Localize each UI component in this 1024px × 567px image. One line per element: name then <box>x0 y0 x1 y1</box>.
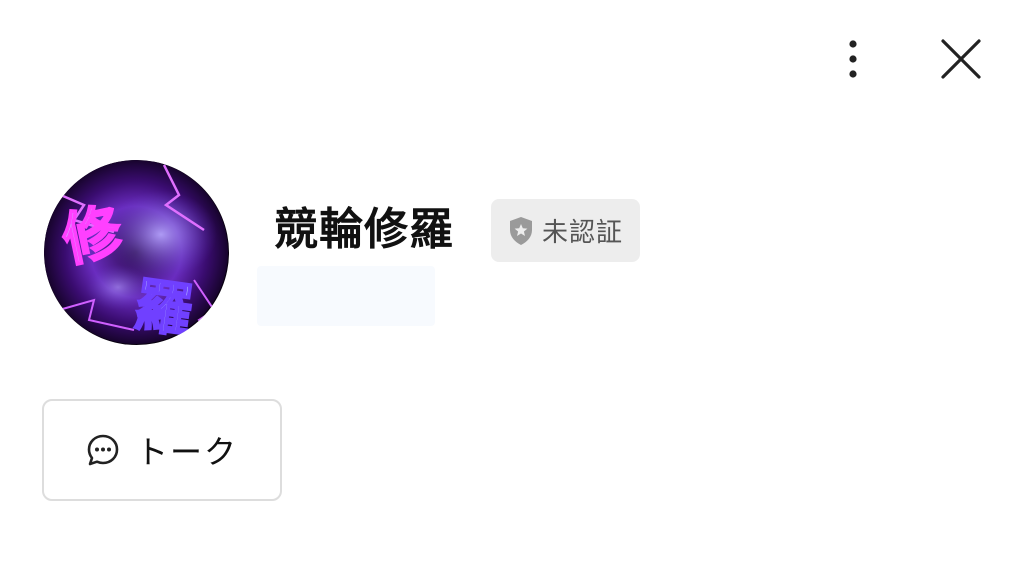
vertical-ellipsis-icon <box>849 40 857 78</box>
profile-avatar[interactable]: 修 羅 <box>44 160 229 345</box>
close-x-icon <box>941 39 981 79</box>
status-message <box>257 266 435 326</box>
verification-status-label: 未認証 <box>541 218 623 248</box>
shield-star-icon <box>508 216 534 246</box>
profile-avatar-image: 修 羅 <box>44 160 229 345</box>
verification-status-badge[interactable]: 未認証 <box>491 199 640 262</box>
chat-bubble-icon <box>86 433 120 467</box>
more-options-button[interactable] <box>828 34 878 84</box>
talk-button[interactable]: トーク <box>42 399 282 501</box>
talk-button-label: トーク <box>135 433 238 471</box>
close-button[interactable] <box>936 34 986 84</box>
profile-name: 競輪修羅 <box>274 204 454 255</box>
svg-text:羅: 羅 <box>130 270 197 345</box>
